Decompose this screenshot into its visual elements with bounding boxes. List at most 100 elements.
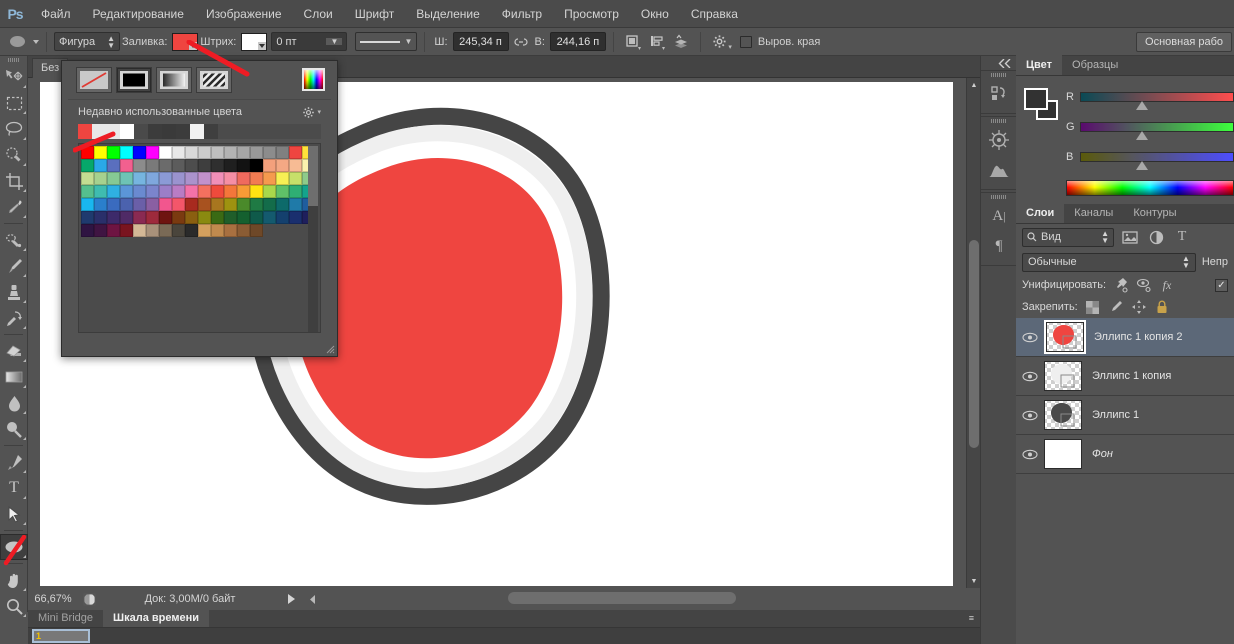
scrollbar-thumb[interactable] <box>508 592 736 604</box>
layer-row[interactable]: Эллипс 1 копия 2 <box>1016 318 1234 357</box>
recent-color-swatch[interactable] <box>92 124 106 139</box>
color-swatch[interactable] <box>107 198 120 211</box>
color-swatch[interactable] <box>81 185 94 198</box>
color-swatch[interactable] <box>224 159 237 172</box>
chevron-down-icon[interactable]: ▼ <box>326 38 343 46</box>
color-swatch[interactable] <box>94 159 107 172</box>
recent-color-swatch[interactable] <box>190 124 204 139</box>
color-swatch[interactable] <box>211 224 224 237</box>
color-swatch[interactable] <box>146 198 159 211</box>
unify-checkbox[interactable]: ✓ <box>1215 278 1228 292</box>
red-slider-track[interactable] <box>1080 92 1234 110</box>
shape-mode-select[interactable]: Фигура ▲ ▼ <box>54 32 120 51</box>
color-swatch[interactable] <box>159 172 172 185</box>
link-icon[interactable] <box>509 31 533 53</box>
color-swatch[interactable] <box>224 185 237 198</box>
scrollbar-thumb[interactable] <box>969 240 979 448</box>
tool-preset-chevron-down-icon[interactable] <box>33 39 39 44</box>
histogram-icon[interactable] <box>981 155 1017 185</box>
color-swatch[interactable] <box>237 146 250 159</box>
color-swatch[interactable] <box>198 172 211 185</box>
menu-item-1[interactable]: Редактирование <box>82 0 195 28</box>
color-swatch[interactable] <box>185 146 198 159</box>
color-swatch[interactable] <box>224 211 237 224</box>
fill-color-swatch[interactable] <box>172 32 199 51</box>
color-swatch[interactable] <box>224 224 237 237</box>
recent-color-swatch[interactable] <box>204 124 218 139</box>
path-align-icon[interactable] <box>645 31 669 53</box>
color-swatch[interactable] <box>250 224 263 237</box>
color-swatch[interactable] <box>211 198 224 211</box>
menu-item-6[interactable]: Фильтр <box>491 0 553 28</box>
color-swatch[interactable] <box>263 146 276 159</box>
menu-item-9[interactable]: Справка <box>680 0 749 28</box>
color-swatch[interactable] <box>172 211 185 224</box>
color-swatch[interactable] <box>237 185 250 198</box>
layer-thumbnail[interactable] <box>1044 439 1082 469</box>
layer-visibility-icon[interactable] <box>1016 371 1044 382</box>
color-swatch[interactable] <box>146 211 159 224</box>
color-swatch[interactable] <box>185 224 198 237</box>
quick-selection-tool[interactable] <box>0 142 28 168</box>
color-swatch[interactable] <box>224 198 237 211</box>
color-swatch[interactable] <box>133 146 146 159</box>
type-filter-icon[interactable]: T <box>1172 227 1192 247</box>
color-swatch[interactable] <box>289 146 302 159</box>
color-swatch[interactable] <box>133 172 146 185</box>
lasso-tool[interactable] <box>0 116 28 142</box>
gradient-tool[interactable] <box>0 364 28 390</box>
history-brush-tool[interactable] <box>0 305 28 331</box>
menu-item-4[interactable]: Шрифт <box>344 0 405 28</box>
dodge-tool[interactable] <box>0 416 28 442</box>
ellipse-tool-icon[interactable] <box>4 31 30 53</box>
hand-tool[interactable] <box>0 567 28 593</box>
color-swatch[interactable] <box>120 172 133 185</box>
color-swatch[interactable] <box>185 185 198 198</box>
color-swatch[interactable] <box>250 146 263 159</box>
color-swatch[interactable] <box>198 185 211 198</box>
color-swatch[interactable] <box>250 159 263 172</box>
scrollbar-thumb[interactable] <box>308 146 318 206</box>
color-swatch[interactable] <box>198 198 211 211</box>
timeline-frame[interactable]: 1 <box>32 629 90 643</box>
navigator-icon[interactable] <box>981 125 1017 155</box>
color-swatch[interactable] <box>263 172 276 185</box>
path-selection-tool[interactable] <box>0 501 28 527</box>
color-swatch[interactable] <box>276 211 289 224</box>
tab-channels[interactable]: Каналы <box>1064 203 1123 223</box>
menu-item-3[interactable]: Слои <box>293 0 344 28</box>
healing-brush-tool[interactable] <box>0 227 28 253</box>
more-icon[interactable] <box>302 594 324 604</box>
unify-style-icon[interactable]: fx <box>1159 277 1175 293</box>
color-swatch[interactable] <box>276 146 289 159</box>
tab-paths[interactable]: Контуры <box>1123 203 1186 223</box>
color-swatch[interactable] <box>211 146 224 159</box>
color-swatch[interactable] <box>185 172 198 185</box>
color-swatch[interactable] <box>107 211 120 224</box>
color-swatch[interactable] <box>81 159 94 172</box>
layer-thumbnail[interactable] <box>1044 400 1082 430</box>
shape-height-input[interactable]: 244,16 п <box>549 32 606 51</box>
tab-swatches[interactable]: Образцы <box>1062 55 1128 75</box>
layer-name[interactable]: Эллипс 1 копия 2 <box>1094 331 1183 343</box>
color-swatch[interactable] <box>172 172 185 185</box>
slider-knob[interactable] <box>1135 161 1148 170</box>
type-tool[interactable]: T <box>0 475 28 501</box>
pattern-button[interactable] <box>196 67 232 93</box>
color-swatch[interactable] <box>172 185 185 198</box>
color-swatch[interactable] <box>198 146 211 159</box>
menu-item-8[interactable]: Окно <box>630 0 680 28</box>
color-swatch[interactable] <box>94 146 107 159</box>
color-swatch[interactable] <box>211 211 224 224</box>
color-swatch[interactable] <box>185 211 198 224</box>
canvas-horizontal-scrollbar[interactable] <box>508 592 968 604</box>
lock-transparency-icon[interactable] <box>1085 299 1101 315</box>
crop-tool[interactable] <box>0 168 28 194</box>
eyedropper-tool[interactable] <box>0 194 28 220</box>
color-swatch[interactable] <box>263 198 276 211</box>
color-swatch[interactable] <box>289 185 302 198</box>
blend-mode-select[interactable]: Обычные ▲ ▼ <box>1022 252 1196 272</box>
panel-menu-icon[interactable]: ≡ <box>969 609 980 627</box>
color-swatch[interactable] <box>250 198 263 211</box>
color-swatch[interactable] <box>185 159 198 172</box>
